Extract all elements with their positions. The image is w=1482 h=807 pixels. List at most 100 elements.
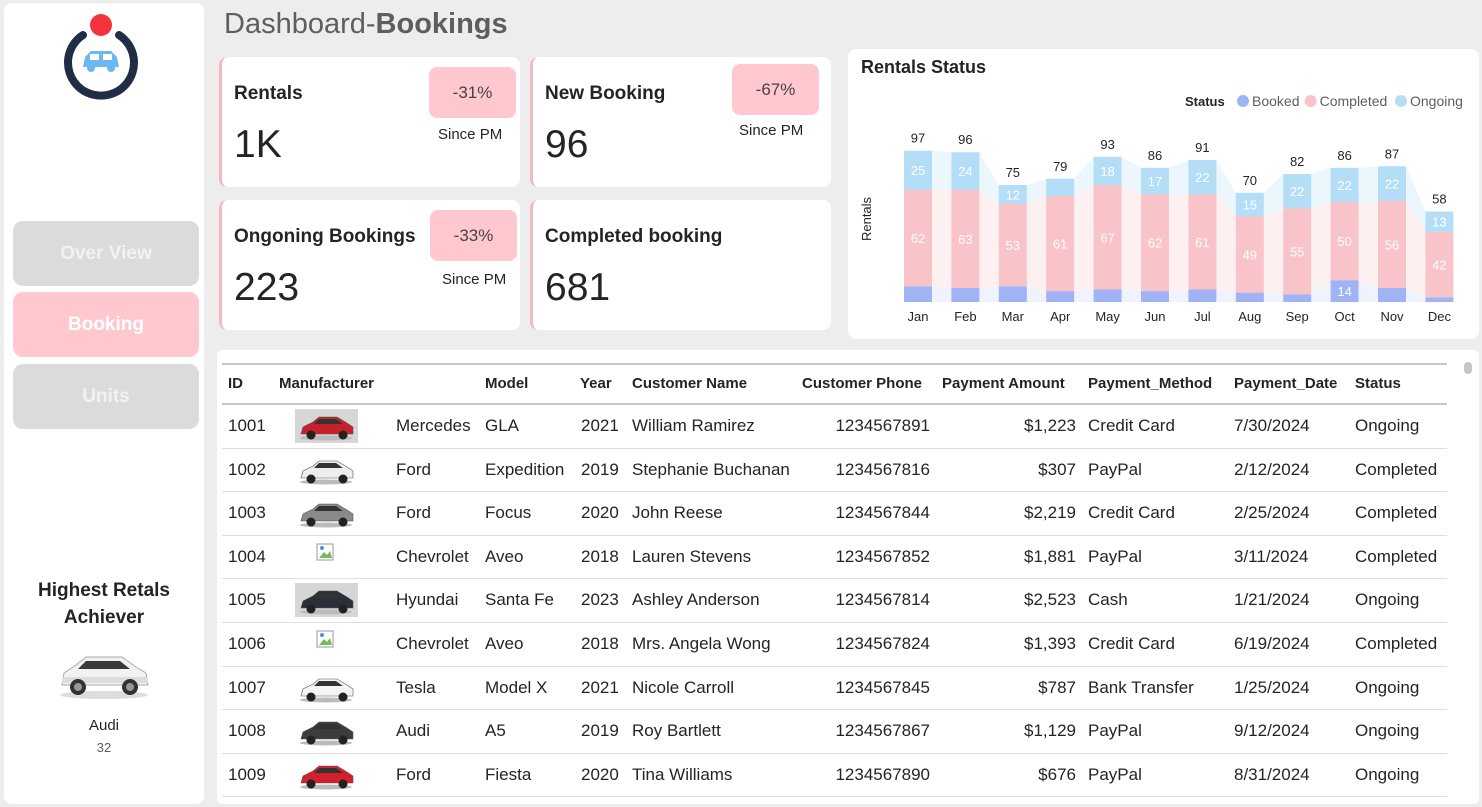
total-label-jan: 97 [911,131,925,146]
cell-payment-amount: $1,393 [1024,633,1076,653]
data-label-completed-may: 67 [1100,230,1114,245]
new-booking-card-title: New Booking [545,83,666,104]
table-body: 1001 Mercedes GLA 2021 William Ramirez 123456… [222,405,1447,798]
cell-model: Aveo [485,633,524,653]
column-header-year[interactable]: Year [580,375,612,392]
table-row[interactable]: 1004 Chevrolet Aveo 2018 Lauren Stevens 12345… [222,536,1447,580]
table-row[interactable]: 1002 Ford Expedition 2019 Stephanie Buchanan… [222,449,1447,493]
total-label-jul: 91 [1195,140,1209,155]
cell-customer-phone: 1234567814 [835,590,930,610]
cell-year: 2021 [581,677,619,697]
cell-model: Fiesta [485,764,532,784]
broken-image-icon [316,543,334,561]
data-label-ongoing-jun: 17 [1148,174,1162,189]
table-row[interactable]: 1009 Ford Fiesta 2020 Tina Williams 123456789… [222,754,1447,798]
cell-id: 1002 [228,459,266,479]
cell-manufacturer: Ford [396,764,431,784]
new-booking-change-badge: -67% [732,64,819,115]
bar-booked-jan [904,286,932,302]
new-booking-card: New Booking 96 -67% Since PM [530,57,831,187]
cell-manufacturer: Tesla [396,677,436,697]
column-header-payment-amount[interactable]: Payment Amount [942,375,1065,392]
table-row[interactable]: 1005 Hyundai Santa Fe 2023 Ashley Anderson 12… [222,579,1447,623]
table-row[interactable]: 1001 Mercedes GLA 2021 William Ramirez 123456… [222,405,1447,449]
total-label-dec: 58 [1432,192,1446,207]
cell-payment-date: 2/25/2024 [1234,503,1310,523]
data-label-ongoing-aug: 15 [1243,198,1257,213]
table-row[interactable]: 1003 Ford Focus 2020 John Reese 1234567844 $2,… [222,492,1447,536]
car-thumbnail-image [300,765,354,790]
column-header-status[interactable]: Status [1355,375,1401,392]
bar-booked-apr [1046,291,1075,302]
cell-payment-amount: $307 [1038,459,1076,479]
x-tick-nov: Nov [1380,309,1404,324]
car-thumbnail-image [300,460,354,485]
cell-model: Aveo [485,546,524,566]
data-label-completed-dec: 42 [1432,258,1446,273]
nav-overview-button[interactable]: Over View [13,221,199,286]
cell-year: 2018 [581,633,619,653]
cell-manufacturer: Chevrolet [396,546,469,566]
car-thumbnail-image [295,409,358,443]
cell-customer-phone: 1234567816 [835,459,930,479]
data-label-completed-apr: 61 [1053,237,1067,252]
column-header-payment-method[interactable]: Payment_Method [1088,375,1212,392]
ongoing-card-title: Ongoning Bookings [234,226,416,247]
car-thumbnail-image [300,503,354,528]
cell-status: Ongoing [1355,677,1420,697]
car-thumbnail-image [295,583,358,618]
cell-id: 1005 [228,590,266,610]
x-tick-apr: Apr [1050,309,1071,324]
column-header-model[interactable]: Model [485,375,528,392]
cell-payment-date: 1/21/2024 [1234,590,1310,610]
cell-customer-phone: 1234567891 [835,416,930,435]
cell-status: Completed [1355,503,1438,523]
column-header-id[interactable]: ID [228,375,243,392]
cell-manufacturer: Hyundai [396,590,459,610]
table-scrollbar[interactable] [1464,362,1472,374]
completed-booking-card: Completed booking 681 [530,200,831,330]
cell-payment-method: Bank Transfer [1088,677,1194,697]
table-row[interactable]: 1007 Tesla Model X 2021 Nicole Carroll 123456… [222,667,1447,711]
cell-customer-phone: 1234567844 [835,503,930,523]
cell-payment-method: Credit Card [1088,416,1175,435]
cell-model: A5 [485,721,506,741]
table-row[interactable]: 1008 Audi A5 2019 Roy Bartlett 1234567867 $1,1… [222,710,1447,754]
x-tick-jul: Jul [1194,309,1211,324]
column-header-payment-date[interactable]: Payment_Date [1234,375,1337,392]
nav-units-button[interactable]: Units [13,364,199,429]
cell-status: Ongoing [1355,764,1420,784]
x-tick-jun: Jun [1145,309,1166,324]
column-header-customer-name[interactable]: Customer Name [632,375,747,392]
legend-label-completed: Completed [1320,93,1388,109]
bar-booked-may [1093,289,1122,302]
table-row[interactable]: 1006 Chevrolet Aveo 2018 Mrs. Angela Wong 123… [222,623,1447,667]
column-header-customer-phone[interactable]: Customer Phone [802,375,922,392]
cell-id: 1008 [228,721,266,741]
cell-payment-method: Credit Card [1088,503,1175,523]
bar-booked-feb [951,287,980,302]
cell-model: Expedition [485,459,565,479]
data-label-booked-oct: 14 [1337,284,1351,299]
cell-payment-date: 1/25/2024 [1234,677,1310,697]
rentals-card-title: Rentals [234,83,303,104]
cell-payment-amount: $2,219 [1024,503,1076,523]
column-header-manufacturer[interactable]: Manufacturer [279,375,374,392]
legend-marker-booked [1237,95,1249,107]
bar-booked-jun [1141,291,1169,302]
cell-payment-date: 8/31/2024 [1234,764,1310,784]
cell-payment-amount: $2,523 [1024,590,1076,610]
new-booking-card-value: 96 [545,123,589,166]
total-label-aug: 70 [1243,173,1257,188]
total-label-may: 93 [1100,137,1114,152]
cell-payment-amount: $787 [1038,677,1076,697]
cell-customer-phone: 1234567852 [835,546,930,566]
legend-marker-completed [1304,95,1317,107]
page-title-bold: Bookings [375,8,508,40]
cell-year: 2019 [581,459,619,479]
bar-booked-dec [1425,297,1454,302]
cell-payment-method: Credit Card [1088,633,1175,653]
cell-payment-method: PayPal [1088,546,1142,566]
nav-booking-button[interactable]: Booking [13,292,199,357]
chart-title: Rentals Status [861,57,987,77]
